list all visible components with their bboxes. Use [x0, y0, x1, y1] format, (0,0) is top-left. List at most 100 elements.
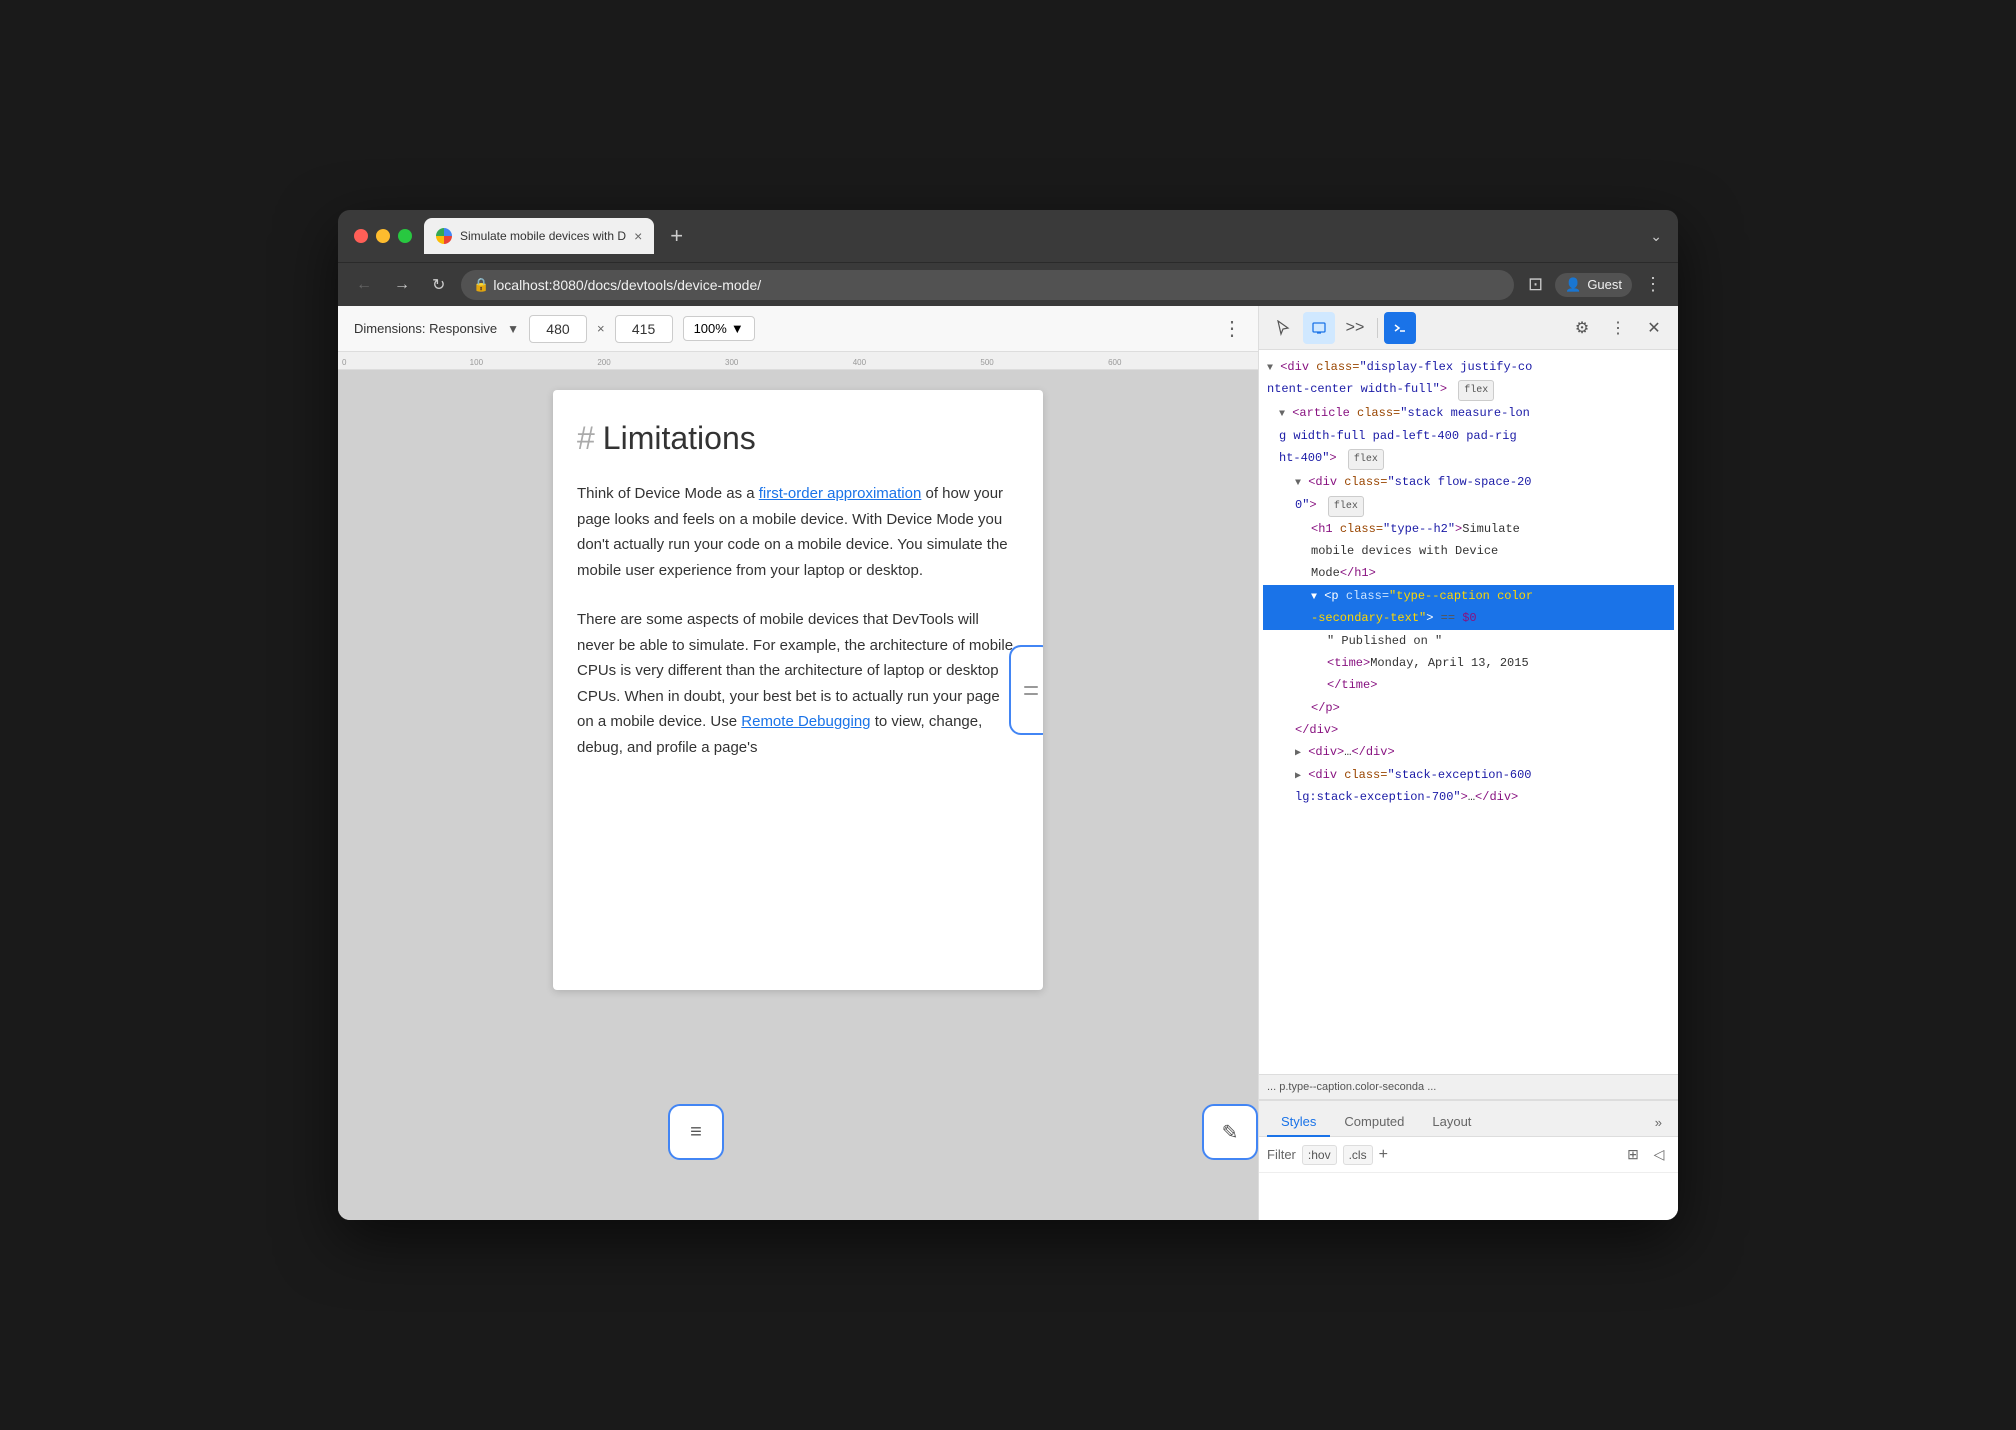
dom-line-5: ht-400"> flex — [1263, 447, 1674, 471]
devtools-panel: >> ⚙ ⋮ ✕ <div class="display-flex justif… — [1258, 306, 1678, 1220]
forward-button[interactable]: → — [388, 272, 416, 298]
add-style-button[interactable]: + — [1379, 1146, 1388, 1164]
styles-tab-more[interactable]: » — [1647, 1109, 1670, 1136]
height-input[interactable] — [615, 315, 673, 343]
zoom-button[interactable]: 100% ▼ — [683, 316, 755, 341]
scroll-line-1 — [1024, 686, 1038, 688]
remote-debugging-link[interactable]: Remote Debugging — [741, 713, 870, 730]
menu-button[interactable]: ⋮ — [1640, 270, 1666, 299]
ruler-mark-500: 500 — [980, 358, 993, 367]
address-wrapper: 🔒 — [461, 270, 1514, 300]
dom-line-3: <article class="stack measure-lon — [1263, 402, 1674, 424]
scroll-line-2 — [1024, 693, 1038, 695]
toggle-sidebar-button[interactable]: ◁ — [1648, 1144, 1670, 1166]
page-viewport: Dimensions: Responsive ▼ × 100% ▼ ⋮ 0 10… — [338, 306, 1258, 1220]
styles-panel: Styles Computed Layout » Filter :hov .cl… — [1259, 1100, 1678, 1220]
dropdown-arrow[interactable]: ▼ — [507, 322, 519, 336]
dimension-x: × — [597, 321, 605, 336]
traffic-lights — [354, 229, 412, 243]
tab-close-button[interactable]: × — [634, 229, 642, 243]
menu-floating-icon: ≡ — [690, 1121, 702, 1144]
toolbar-separator-1 — [1377, 318, 1378, 338]
dom-line-12: -secondary-text"> == $0 — [1263, 607, 1674, 629]
hash-symbol: # — [577, 420, 595, 457]
mobile-frame: # Limitations Think of Device Mode as a … — [553, 390, 1043, 990]
dom-line-9: mobile devices with Device — [1263, 540, 1674, 562]
first-order-link[interactable]: first-order approximation — [759, 485, 922, 502]
dom-triangle-5[interactable] — [1295, 748, 1301, 759]
dom-triangle-1[interactable] — [1267, 363, 1273, 374]
page-content-area: # Limitations Think of Device Mode as a … — [338, 370, 1258, 1220]
menu-floating-button[interactable]: ≡ — [668, 1104, 724, 1160]
dom-line-18: <div>…</div> — [1263, 741, 1674, 763]
ruler-mark-200: 200 — [597, 358, 610, 367]
device-mode-button[interactable] — [1303, 312, 1335, 344]
styles-tab-layout[interactable]: Layout — [1418, 1108, 1485, 1137]
styles-tabs: Styles Computed Layout » — [1259, 1101, 1678, 1137]
maximize-traffic-light[interactable] — [398, 229, 412, 243]
close-devtools-button[interactable]: ✕ — [1638, 312, 1670, 344]
device-more-button[interactable]: ⋮ — [1222, 316, 1242, 341]
zoom-arrow: ▼ — [731, 321, 744, 336]
address-input[interactable] — [461, 270, 1514, 300]
console-button[interactable] — [1384, 312, 1416, 344]
paragraph-1: Think of Device Mode as a first-order ap… — [577, 481, 1019, 583]
dom-line-2: ntent-center width-full"> flex — [1263, 378, 1674, 402]
heading-text: Limitations — [603, 420, 756, 457]
tab-title: Simulate mobile devices with D — [460, 229, 626, 243]
back-button[interactable]: ← — [350, 272, 378, 298]
settings-button[interactable]: ⚙ — [1566, 312, 1598, 344]
dom-triangle-6[interactable] — [1295, 771, 1301, 782]
ruler-marks: 0 100 200 300 400 500 600 — [342, 352, 1254, 369]
dom-triangle-4[interactable] — [1311, 592, 1317, 603]
flex-badge-2: flex — [1348, 449, 1384, 470]
cursor-tool-button[interactable] — [1267, 312, 1299, 344]
styles-tab-computed[interactable]: Computed — [1330, 1108, 1418, 1137]
dom-triangle-3[interactable] — [1295, 478, 1301, 489]
width-input[interactable] — [529, 315, 587, 343]
paragraph-2: There are some aspects of mobile devices… — [577, 607, 1019, 760]
dom-line-17: </div> — [1263, 719, 1674, 741]
ruler-mark-600: 600 — [1108, 358, 1121, 367]
tab-bar: Simulate mobile devices with D × + ⌄ — [424, 218, 1662, 254]
dom-tree: <div class="display-flex justify-co nten… — [1259, 350, 1678, 1074]
close-traffic-light[interactable] — [354, 229, 368, 243]
title-bar: Simulate mobile devices with D × + ⌄ — [338, 210, 1678, 262]
dom-line-6: <div class="stack flow-space-20 — [1263, 471, 1674, 493]
paragraph1-text: Think of Device Mode as a — [577, 485, 759, 502]
browser-window: Simulate mobile devices with D × + ⌄ ← →… — [338, 210, 1678, 1220]
tabs-chevron[interactable]: ⌄ — [1650, 228, 1662, 245]
reload-button[interactable]: ↻ — [426, 271, 451, 299]
dom-line-10: Mode</h1> — [1263, 562, 1674, 584]
lock-icon: 🔒 — [473, 277, 489, 293]
scroll-handle[interactable] — [1009, 645, 1043, 735]
edit-floating-button[interactable]: ✎ — [1202, 1104, 1258, 1160]
styles-filter-bar: Filter :hov .cls + ⊞ ◁ — [1259, 1137, 1678, 1173]
copy-styles-button[interactable]: ⊞ — [1622, 1144, 1644, 1166]
minimize-traffic-light[interactable] — [376, 229, 390, 243]
dom-line-11[interactable]: <p class="type--caption color — [1263, 585, 1674, 607]
active-tab[interactable]: Simulate mobile devices with D × — [424, 218, 654, 254]
dimensions-label: Dimensions: Responsive — [354, 321, 497, 336]
dom-line-4: g width-full pad-left-400 pad-rig — [1263, 425, 1674, 447]
guest-profile-button[interactable]: 👤 Guest — [1555, 273, 1632, 297]
dom-line-20: lg:stack-exception-700">…</div> — [1263, 786, 1674, 808]
edit-floating-icon: ✎ — [1222, 1120, 1239, 1145]
styles-tab-styles[interactable]: Styles — [1267, 1108, 1330, 1137]
ruler-top: 0 100 200 300 400 500 600 — [338, 352, 1258, 370]
cls-filter-button[interactable]: .cls — [1343, 1145, 1373, 1165]
dom-triangle-2[interactable] — [1279, 409, 1285, 420]
bookmark-icon[interactable]: ⊡ — [1524, 270, 1547, 299]
ruler-mark-0: 0 — [342, 358, 346, 367]
more-options-button[interactable]: ⋮ — [1602, 312, 1634, 344]
flex-badge-1: flex — [1458, 380, 1494, 401]
hov-filter-button[interactable]: :hov — [1302, 1145, 1337, 1165]
breadcrumb-text: ... p.type--caption.color-seconda ... — [1267, 1081, 1436, 1093]
zoom-label: 100% — [694, 321, 727, 336]
dom-line-7: 0"> flex — [1263, 494, 1674, 518]
more-panels-button[interactable]: >> — [1339, 312, 1371, 344]
dom-line-16: </p> — [1263, 697, 1674, 719]
dom-line-8: <h1 class="type--h2">Simulate — [1263, 518, 1674, 540]
dom-line-1: <div class="display-flex justify-co — [1263, 356, 1674, 378]
new-tab-button[interactable]: + — [662, 223, 691, 249]
